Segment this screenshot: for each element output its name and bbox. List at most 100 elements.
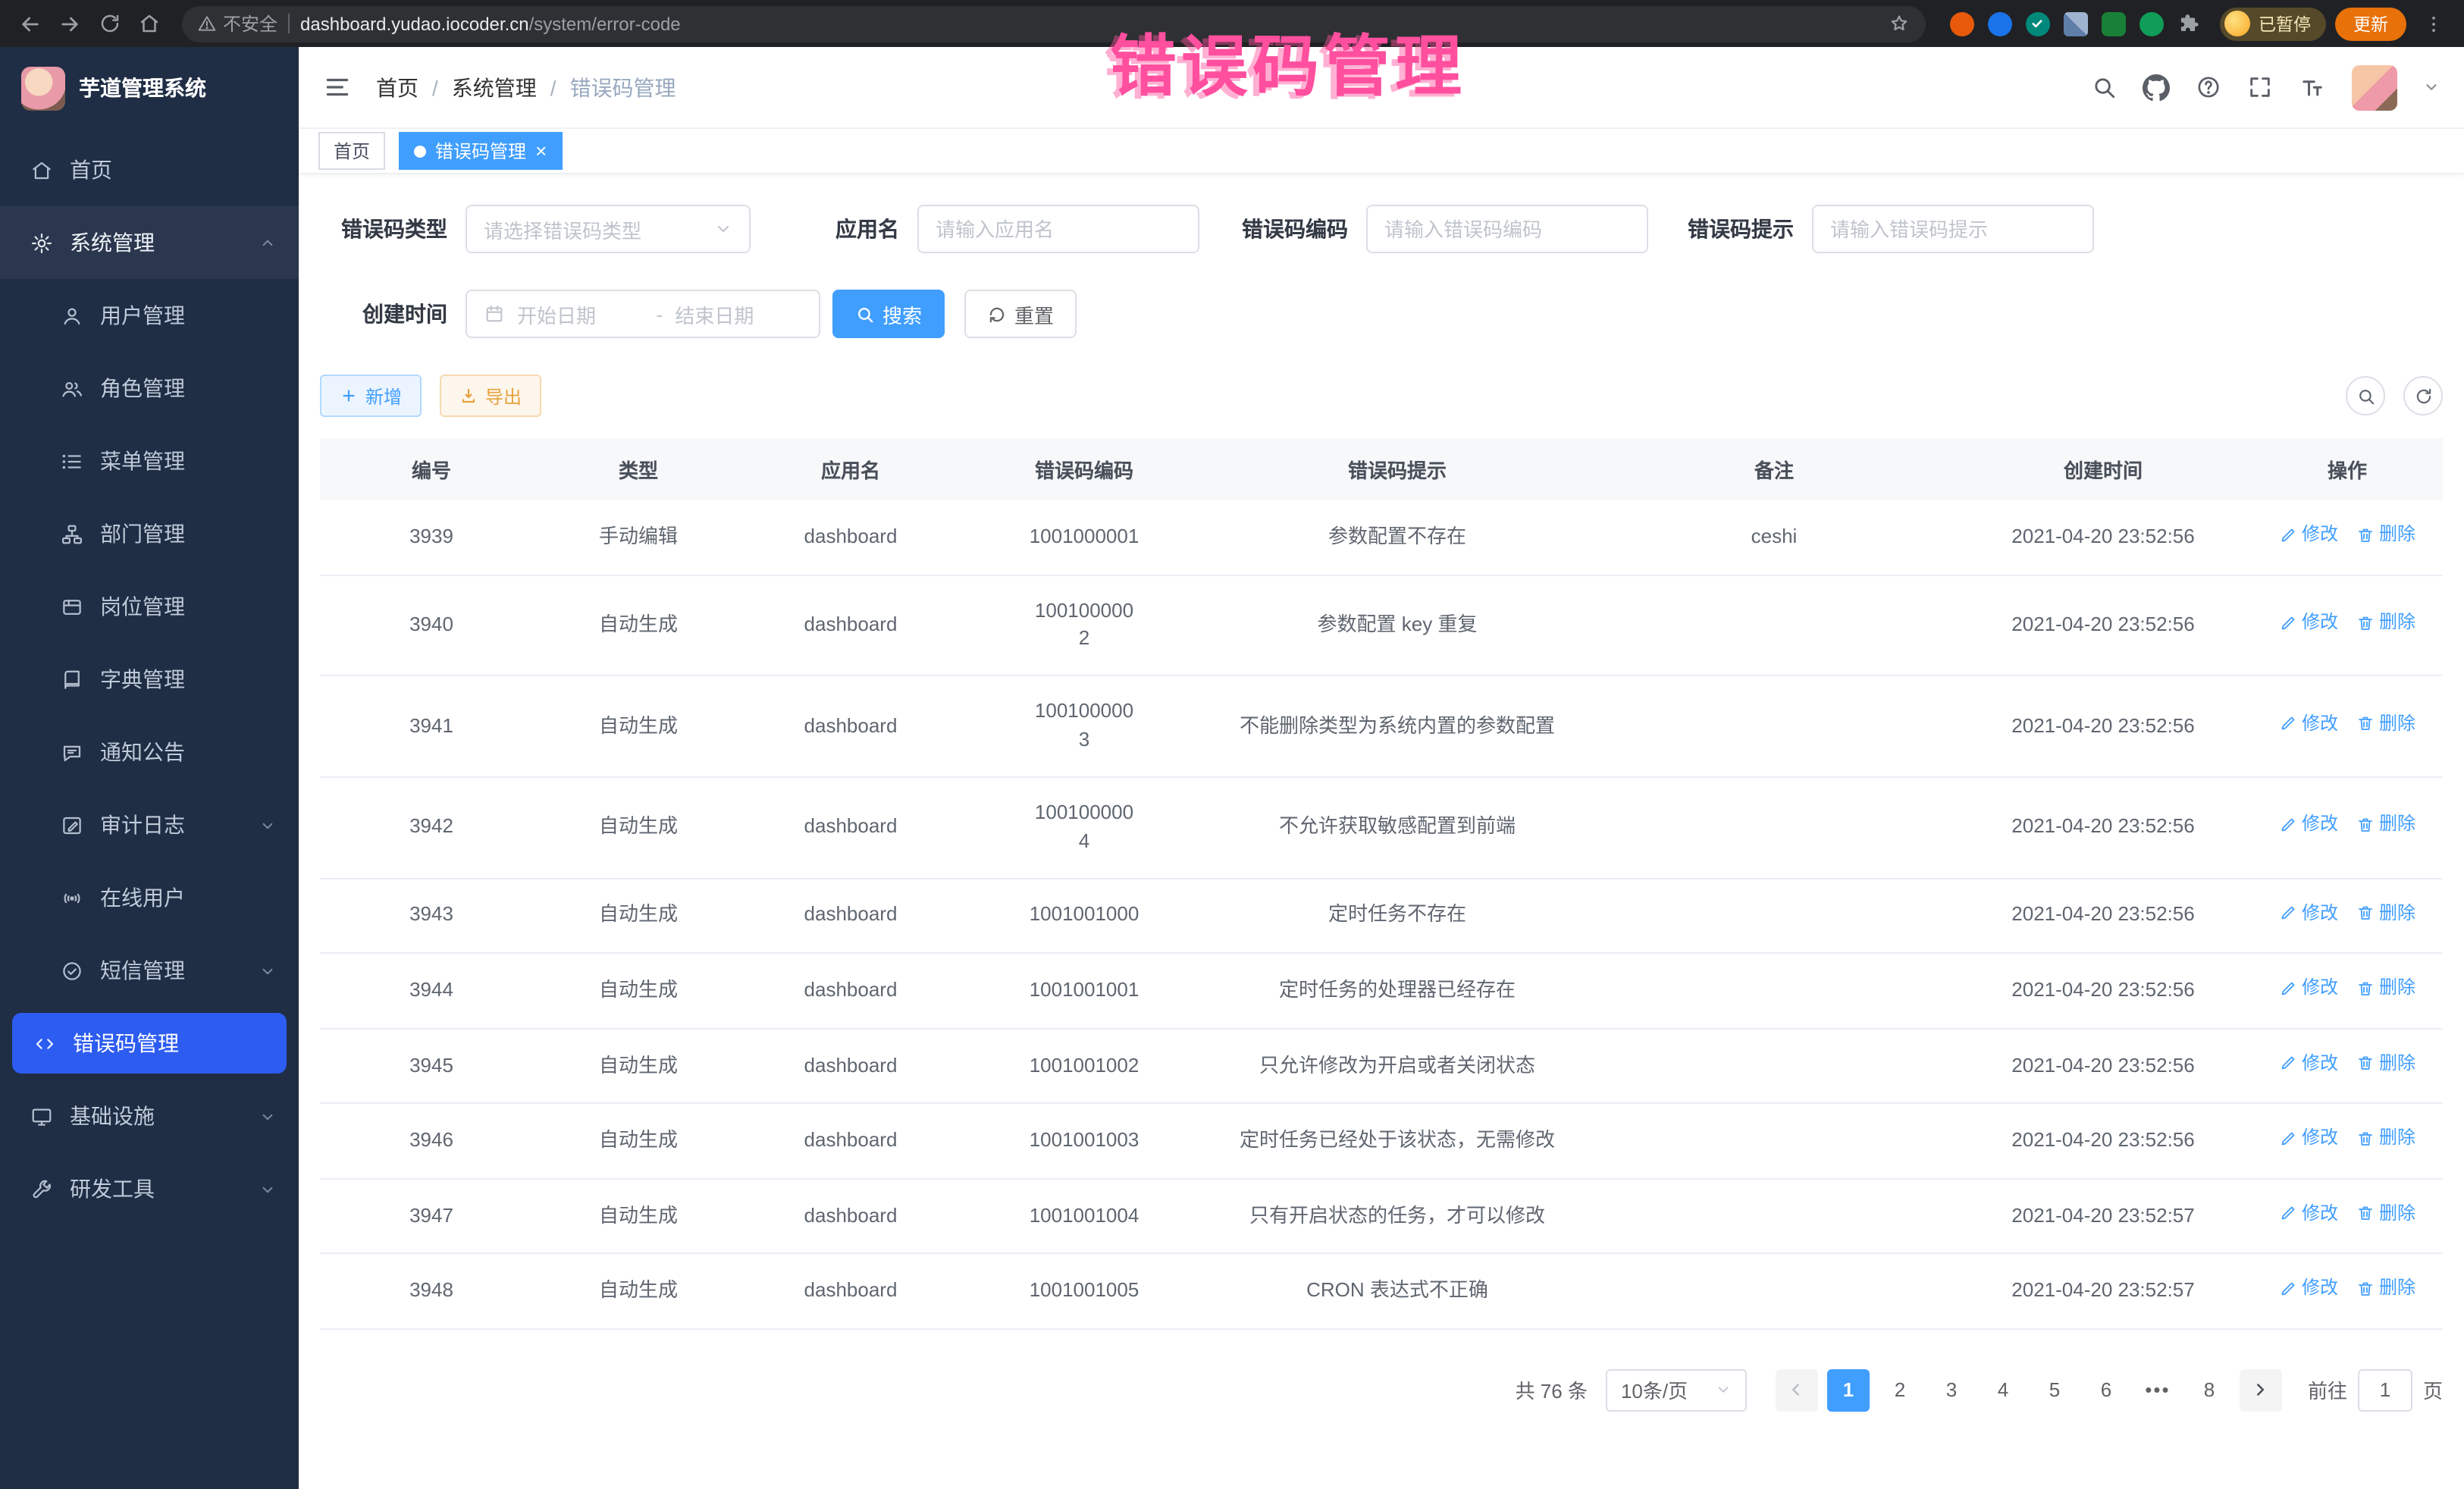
- delete-button[interactable]: 删除: [2356, 522, 2415, 548]
- sidebar-item-7[interactable]: 岗位管理: [0, 570, 299, 643]
- fullscreen-icon[interactable]: [2247, 74, 2273, 100]
- gear-icon: [30, 231, 53, 254]
- error-code-input[interactable]: [1366, 205, 1648, 253]
- prev-page-button[interactable]: [1776, 1369, 1818, 1412]
- back-icon[interactable]: [12, 5, 49, 42]
- sidebar-item-12[interactable]: 短信管理: [0, 934, 299, 1007]
- cell-type: 手动编辑: [543, 500, 734, 575]
- edit-button[interactable]: 修改: [2279, 1125, 2338, 1152]
- extension-icon-6[interactable]: [2139, 11, 2163, 36]
- sidebar-item-13[interactable]: 错误码管理: [12, 1013, 287, 1074]
- edit-button[interactable]: 修改: [2279, 1200, 2338, 1227]
- extensions-puzzle-icon[interactable]: [2177, 11, 2201, 36]
- page-size-select[interactable]: 10条/页: [1606, 1369, 1747, 1412]
- page-button-5[interactable]: 5: [2033, 1369, 2076, 1412]
- browser-menu-icon[interactable]: [2415, 5, 2452, 42]
- breadcrumb-system[interactable]: 系统管理: [452, 72, 537, 102]
- home-icon[interactable]: [130, 5, 167, 42]
- edit-button[interactable]: 修改: [2279, 900, 2338, 926]
- help-icon[interactable]: [2196, 74, 2221, 100]
- edit-button[interactable]: 修改: [2279, 975, 2338, 1002]
- sidebar-item-2[interactable]: 系统管理: [0, 206, 299, 279]
- sidebar-item-label: 岗位管理: [100, 591, 185, 622]
- hamburger-icon[interactable]: [323, 73, 352, 102]
- date-range-picker[interactable]: 开始日期 - 结束日期: [466, 290, 820, 338]
- table-row: 3942自动生成dashboard100100000 4不允许获取敏感配置到前端…: [320, 777, 2443, 878]
- page-button-2[interactable]: 2: [1879, 1369, 1921, 1412]
- address-bar[interactable]: 不安全 dashboard.yudao.iocoder.cn/system/er…: [182, 5, 1925, 42]
- search-button[interactable]: 搜索: [832, 290, 945, 338]
- sidebar-item-6[interactable]: 部门管理: [0, 497, 299, 570]
- tag-home[interactable]: 首页: [318, 132, 385, 170]
- reload-icon[interactable]: [91, 5, 127, 42]
- page-button-1[interactable]: 1: [1827, 1369, 1870, 1412]
- page-button-8[interactable]: 8: [2188, 1369, 2230, 1412]
- export-button[interactable]: 导出: [440, 375, 541, 417]
- chevron-down-icon[interactable]: [2423, 79, 2440, 96]
- app-name-input[interactable]: [917, 205, 1199, 253]
- page-button-4[interactable]: 4: [1982, 1369, 2024, 1412]
- github-icon[interactable]: [2143, 74, 2170, 101]
- cell-app: dashboard: [734, 1254, 967, 1329]
- sidebar-item-10[interactable]: 审计日志: [0, 788, 299, 861]
- sidebar-item-1[interactable]: 首页: [0, 133, 299, 206]
- more-pages-icon[interactable]: •••: [2136, 1369, 2179, 1412]
- next-page-button[interactable]: [2240, 1369, 2282, 1412]
- extension-icon-4[interactable]: [2063, 11, 2087, 36]
- breadcrumb-home[interactable]: 首页: [376, 72, 419, 102]
- edit-button[interactable]: 修改: [2279, 610, 2338, 636]
- sidebar-item-8[interactable]: 字典管理: [0, 643, 299, 716]
- update-button[interactable]: 更新: [2335, 7, 2406, 40]
- user-avatar[interactable]: [2352, 64, 2397, 110]
- error-type-select[interactable]: 请选择错误码类型: [466, 205, 751, 253]
- page-button-6[interactable]: 6: [2085, 1369, 2127, 1412]
- add-button[interactable]: 新增: [320, 375, 422, 417]
- extension-icon-3[interactable]: [2025, 11, 2049, 36]
- delete-button[interactable]: 删除: [2356, 812, 2415, 839]
- toggle-search-button[interactable]: [2346, 376, 2385, 415]
- page-button-3[interactable]: 3: [1930, 1369, 1973, 1412]
- security-warning[interactable]: 不安全: [197, 11, 277, 36]
- edit-button[interactable]: 修改: [2279, 812, 2338, 839]
- app-logo[interactable]: 芋道管理系统: [0, 47, 299, 129]
- font-size-icon[interactable]: [2299, 74, 2326, 101]
- edit-button[interactable]: 修改: [2279, 522, 2338, 548]
- sidebar-item-14[interactable]: 基础设施: [0, 1080, 299, 1152]
- sidebar-item-3[interactable]: 用户管理: [0, 279, 299, 352]
- sidebar-item-5[interactable]: 菜单管理: [0, 425, 299, 497]
- delete-button[interactable]: 删除: [2356, 610, 2415, 636]
- cell-remark: [1594, 1028, 1955, 1103]
- delete-button[interactable]: 删除: [2356, 1200, 2415, 1227]
- extension-icon-5[interactable]: [2101, 11, 2125, 36]
- extension-icon-1[interactable]: [1949, 11, 1973, 36]
- tree-icon: [61, 522, 83, 545]
- cell-code: 1001001000: [967, 878, 1201, 953]
- bookmark-star-icon[interactable]: [1887, 12, 1910, 35]
- sidebar-item-4[interactable]: 角色管理: [0, 352, 299, 425]
- pencil-icon: [2279, 816, 2297, 834]
- profile-chip[interactable]: 已暂停: [2219, 7, 2326, 40]
- delete-button[interactable]: 删除: [2356, 1125, 2415, 1152]
- delete-button[interactable]: 删除: [2356, 1050, 2415, 1077]
- filter-label-hint: 错误码提示: [1688, 214, 1794, 244]
- search-icon[interactable]: [2091, 74, 2117, 100]
- edit-button[interactable]: 修改: [2279, 711, 2338, 738]
- extension-icon-2[interactable]: [1987, 11, 2011, 36]
- delete-button[interactable]: 删除: [2356, 900, 2415, 926]
- delete-button[interactable]: 删除: [2356, 711, 2415, 738]
- sidebar-item-11[interactable]: 在线用户: [0, 861, 299, 934]
- app-title: 芋道管理系统: [79, 73, 206, 103]
- tag-error-code[interactable]: 错误码管理 ×: [399, 132, 562, 170]
- forward-icon[interactable]: [52, 5, 88, 42]
- edit-button[interactable]: 修改: [2279, 1050, 2338, 1077]
- delete-button[interactable]: 删除: [2356, 1276, 2415, 1302]
- sidebar-item-15[interactable]: 研发工具: [0, 1152, 299, 1225]
- refresh-button[interactable]: [2403, 376, 2443, 415]
- sidebar-item-9[interactable]: 通知公告: [0, 716, 299, 788]
- edit-button[interactable]: 修改: [2279, 1276, 2338, 1302]
- goto-page-input[interactable]: [2358, 1369, 2412, 1412]
- reset-button[interactable]: 重置: [964, 290, 1077, 338]
- close-icon[interactable]: ×: [535, 141, 547, 161]
- delete-button[interactable]: 删除: [2356, 975, 2415, 1002]
- error-hint-input[interactable]: [1812, 205, 2094, 253]
